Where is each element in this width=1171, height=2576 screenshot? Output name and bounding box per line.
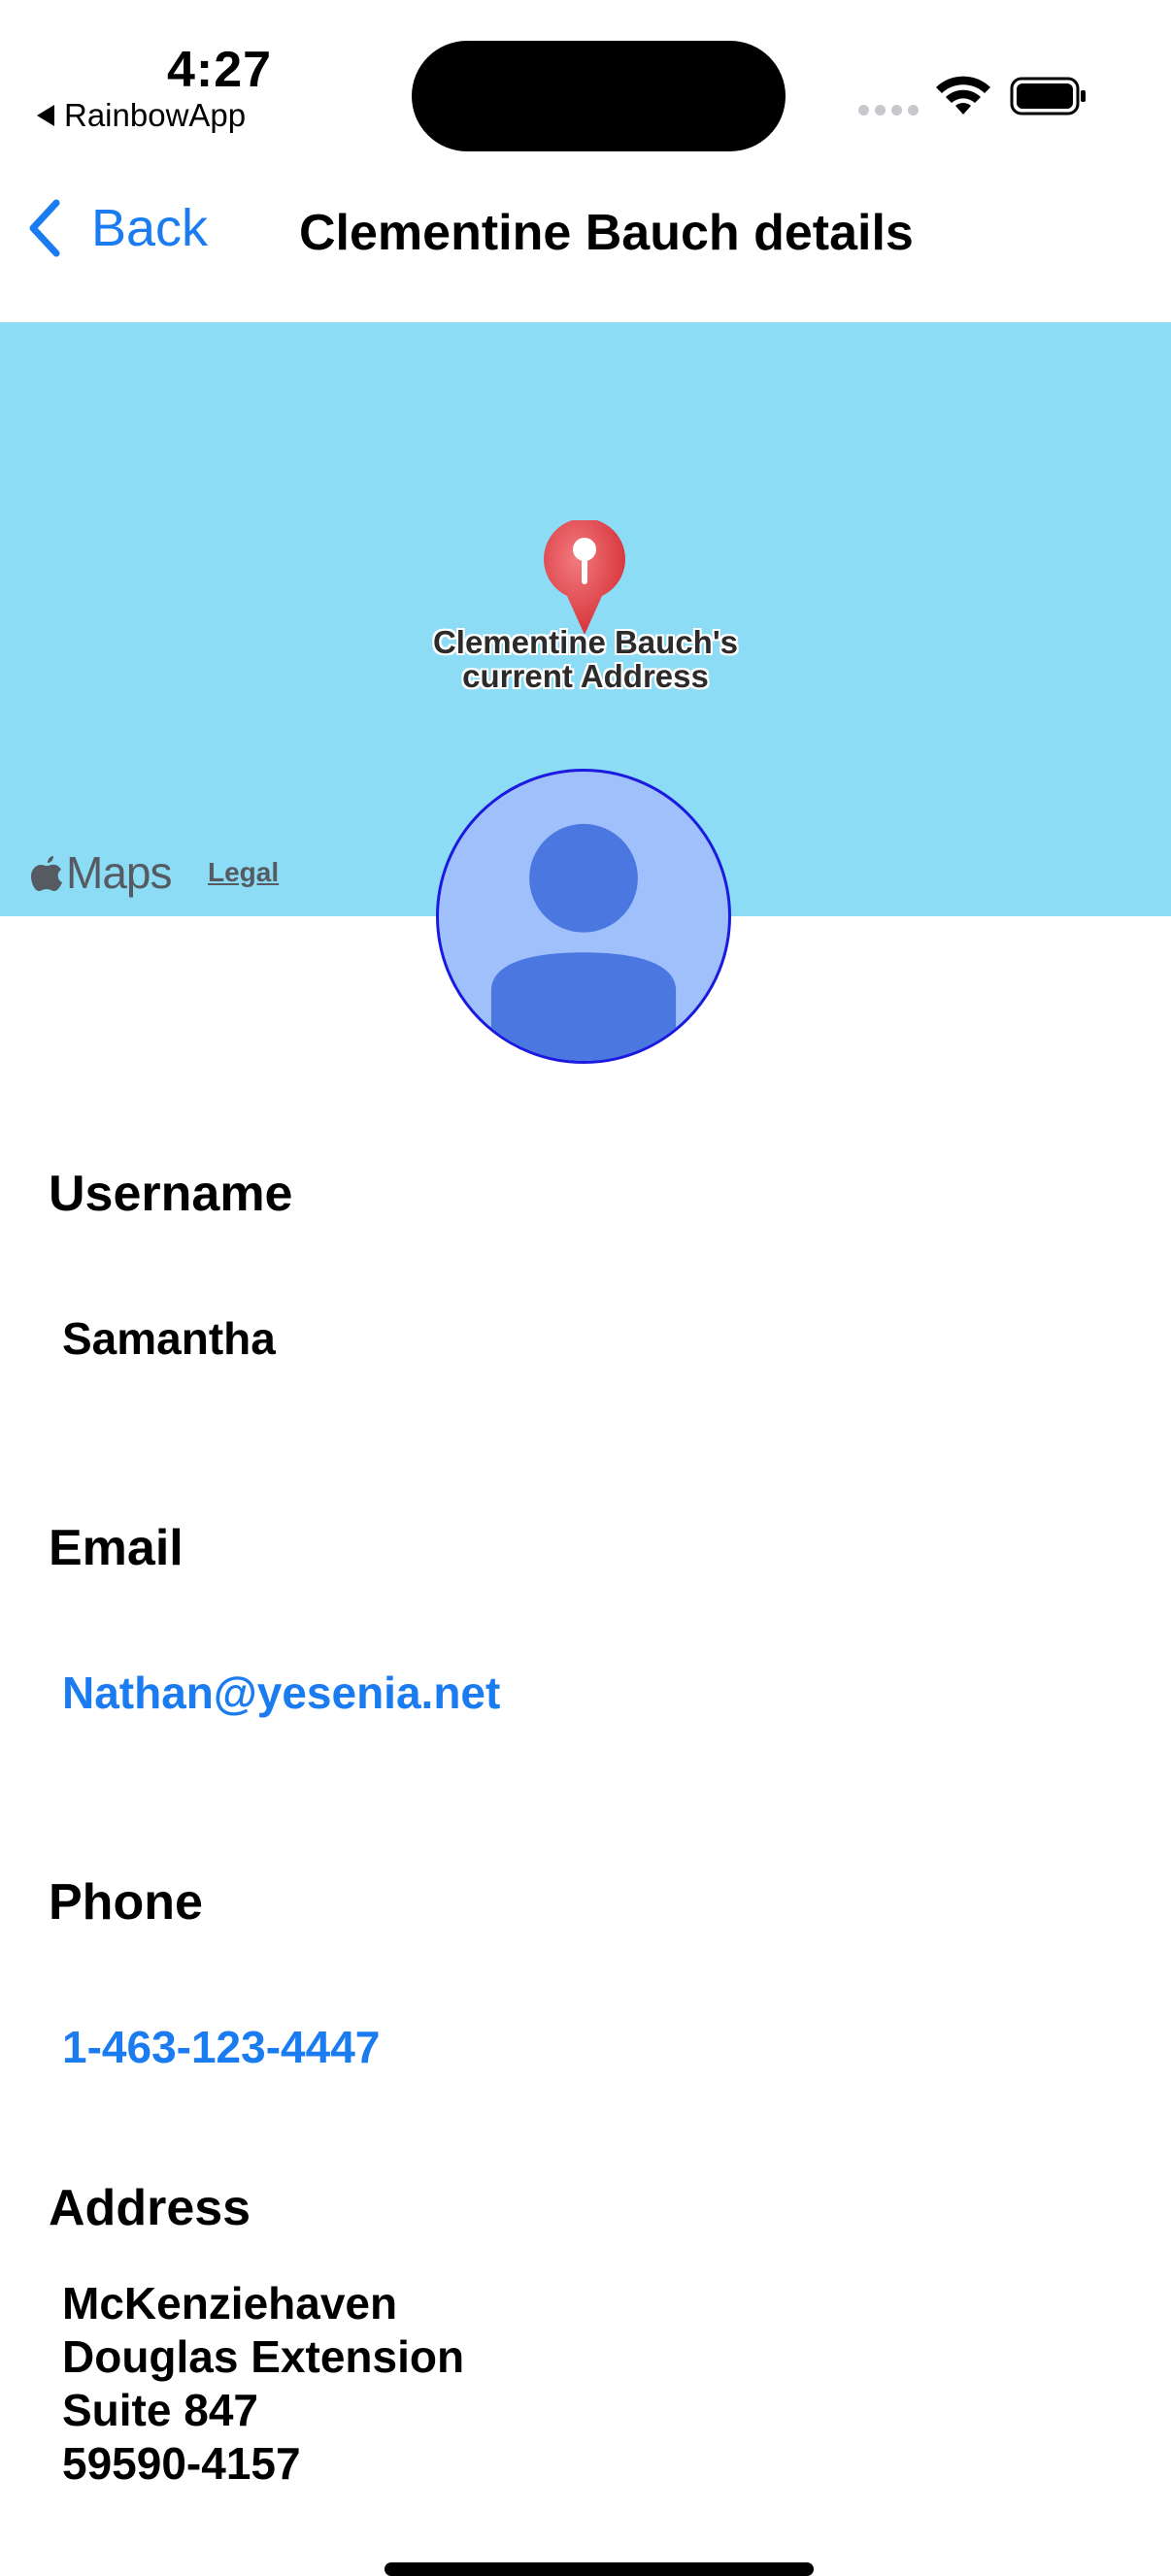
person-icon [490, 823, 677, 1061]
address-heading: Address [49, 2180, 251, 2236]
address-value: McKenziehaven Douglas Extension Suite 84… [62, 2277, 464, 2491]
navigation-bar: Back Clementine Bauch details [0, 189, 1171, 325]
username-value: Samantha [62, 1313, 276, 1364]
map-pin-label: Clementine Bauch's current Address [391, 625, 780, 693]
back-to-app-label: RainbowApp [64, 97, 247, 133]
email-link[interactable]: Nathan@yesenia.net [62, 1667, 500, 1719]
status-time: 4:27 [167, 42, 273, 98]
page-title: Clementine Bauch details [299, 205, 914, 261]
address-line: 59590-4157 [62, 2438, 301, 2489]
pin-label-line: Clementine Bauch's [432, 624, 739, 660]
back-button[interactable]: Back [25, 197, 208, 259]
battery-icon [1010, 77, 1086, 116]
avatar [436, 769, 731, 1064]
maps-brand-text: Maps [66, 847, 172, 898]
pin-label-line: current Address [462, 658, 709, 694]
address-line: Suite 847 [62, 2385, 258, 2435]
chevron-left-icon [29, 199, 60, 257]
address-line: McKenziehaven [62, 2278, 398, 2328]
legal-link[interactable]: Legal [208, 857, 279, 888]
wifi-icon [936, 76, 990, 115]
back-button-label: Back [91, 199, 209, 257]
map-pin-icon[interactable] [540, 520, 629, 637]
phone-link[interactable]: 1-463-123-4447 [62, 2021, 380, 2073]
cellular-signal-icon [858, 105, 919, 116]
address-line: Douglas Extension [62, 2331, 465, 2382]
username-heading: Username [49, 1166, 293, 1222]
phone-heading: Phone [49, 1874, 203, 1931]
status-bar: 4:27 RainbowApp [0, 0, 1171, 155]
dynamic-island [412, 41, 786, 151]
email-heading: Email [49, 1520, 184, 1576]
home-indicator[interactable] [385, 2562, 814, 2576]
back-to-app-button[interactable]: RainbowApp [37, 97, 246, 134]
apple-logo-icon [31, 856, 62, 891]
back-triangle-icon [37, 105, 54, 126]
apple-maps-logo: Maps [29, 846, 172, 899]
